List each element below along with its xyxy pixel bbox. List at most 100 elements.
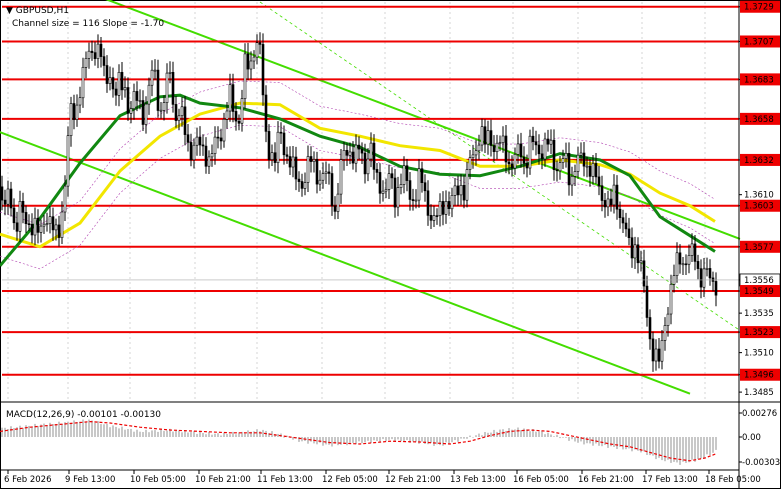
candle-body	[393, 177, 397, 208]
candle-body	[558, 162, 562, 172]
candle-body	[231, 84, 235, 112]
candle-body	[666, 313, 670, 326]
candle-body	[618, 208, 622, 218]
macd-histogram-bar	[466, 437, 468, 439]
candle-body	[93, 52, 97, 59]
macd-histogram-bar	[508, 428, 510, 437]
candle-body	[222, 119, 226, 142]
macd-histogram-bar	[556, 434, 558, 437]
price-tick-label: 1.3523	[744, 328, 774, 338]
macd-histogram-bar	[205, 434, 207, 437]
candle-body	[123, 87, 127, 91]
candle-body	[540, 153, 544, 160]
time-tick-label: 10 Feb 21:00	[195, 475, 251, 485]
candle-body	[441, 201, 445, 215]
candle-body	[210, 153, 214, 158]
macd-histogram-bar	[586, 437, 588, 444]
candle-body	[33, 217, 37, 236]
candle-body	[318, 179, 322, 185]
macd-histogram-bar	[76, 422, 78, 437]
candle-body	[24, 212, 28, 224]
price-tick-label: 1.3510	[744, 349, 774, 359]
macd-histogram-bar	[331, 437, 333, 447]
macd-histogram-bar	[103, 424, 105, 437]
macd-histogram-bar	[121, 426, 123, 437]
macd-histogram-bar	[703, 437, 705, 459]
macd-histogram-bar	[595, 437, 597, 444]
candle-body	[525, 163, 529, 169]
candle-body	[51, 216, 55, 231]
candle-body	[645, 285, 649, 318]
candle-body	[18, 201, 22, 232]
macd-histogram-bar	[358, 437, 360, 442]
candle-body	[567, 153, 571, 186]
candle-body	[453, 185, 457, 196]
macd-histogram-bar	[616, 437, 618, 449]
candle-body	[594, 163, 598, 178]
candle-body	[705, 268, 709, 270]
macd-histogram-bar	[364, 437, 366, 443]
candle-body	[588, 165, 592, 177]
macd-histogram-bar	[166, 430, 168, 437]
candle-body	[198, 136, 202, 146]
price-tick-label: 1.3549	[744, 287, 774, 297]
macd-histogram-bar	[190, 432, 192, 437]
macd-histogram-bar	[55, 424, 57, 437]
candle-body	[312, 159, 316, 162]
price-tick-label: 1.3556	[744, 276, 774, 286]
candle-body	[81, 67, 85, 99]
macd-histogram-bar	[442, 437, 444, 446]
candle-body	[192, 144, 196, 161]
macd-histogram-bar	[367, 437, 369, 441]
candle-body	[315, 159, 319, 185]
candle-body	[144, 103, 148, 125]
candle-body	[276, 131, 280, 163]
candle-body	[657, 348, 661, 362]
candle-body	[90, 50, 94, 53]
macd-histogram-bar	[130, 428, 132, 437]
channel-info-label: Channel size = 116 Slope = -1.70	[12, 19, 164, 29]
candle-body	[600, 185, 604, 201]
macd-histogram-bar	[406, 437, 408, 440]
candle-body	[162, 102, 166, 111]
macd-histogram-bar	[247, 430, 249, 437]
macd-histogram-bar	[574, 437, 576, 442]
candle-body	[432, 215, 436, 221]
macd-histogram-bar	[199, 431, 201, 437]
macd-histogram-bar	[517, 427, 519, 437]
macd-histogram-bar	[538, 431, 540, 437]
candle-body	[477, 144, 481, 152]
candle-body	[462, 185, 466, 201]
candle-body	[372, 142, 376, 170]
candle-body	[63, 185, 67, 213]
candle-body	[303, 182, 307, 189]
macd-histogram-bar	[373, 437, 375, 441]
chart-symbol-label: ▼ GBPUSD,H1	[6, 6, 69, 16]
candle-body	[669, 283, 673, 315]
candle-body	[177, 115, 181, 121]
price-tick-label: 1.3632	[744, 156, 774, 166]
candle-body	[591, 163, 595, 177]
macd-histogram-bar	[607, 437, 609, 448]
candle-body	[519, 143, 523, 158]
macd-histogram-bar	[391, 437, 393, 440]
macd-histogram-bar	[157, 431, 159, 437]
candle-body	[549, 139, 553, 145]
macd-histogram-bar	[178, 430, 180, 437]
macd-histogram-bar	[1, 427, 3, 437]
macd-histogram-bar	[376, 437, 378, 441]
macd-histogram-bar	[142, 432, 144, 437]
candle-body	[330, 173, 334, 207]
candle-body	[138, 100, 142, 102]
candle-body	[579, 152, 583, 156]
candle-body	[339, 159, 343, 195]
candle-body	[270, 152, 274, 160]
candle-body	[576, 154, 580, 172]
candle-body	[342, 150, 346, 160]
macd-histogram-bar	[622, 437, 624, 450]
macd-histogram-bar	[163, 430, 165, 437]
candle-body	[564, 153, 568, 159]
candle-body	[57, 224, 61, 238]
macd-histogram-bar	[124, 429, 126, 437]
candle-body	[87, 50, 91, 59]
